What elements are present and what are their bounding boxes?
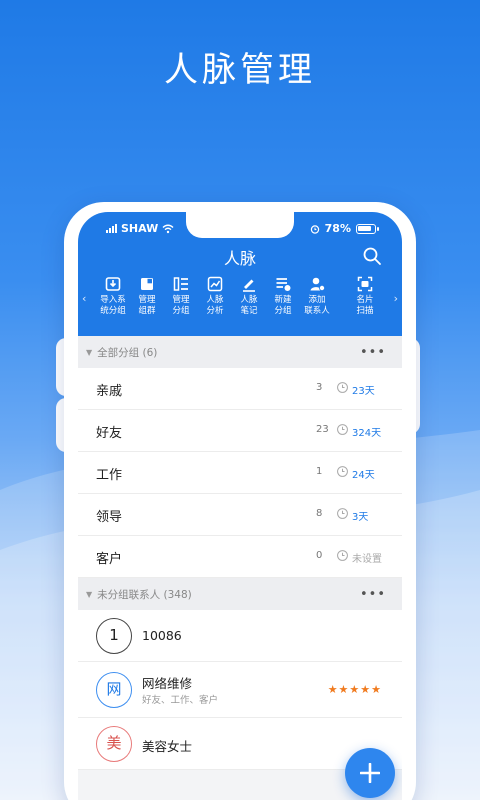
scroll-right-arrow-icon[interactable]: › xyxy=(394,292,398,305)
group-row[interactable]: 工作 1 24天 xyxy=(78,452,402,494)
app-header: SHAW 78% 人脉 ‹ › 导入系 统分组 管理 组群 管理 分组 人脉 分… xyxy=(78,212,402,345)
tool-import-groups[interactable]: 导入系 统分组 xyxy=(96,276,130,317)
tool-network-analysis[interactable]: 人脉 分析 xyxy=(198,276,232,317)
tool-label: 人脉 分析 xyxy=(206,295,224,316)
signal-icon xyxy=(106,224,117,233)
avatar: 美 xyxy=(96,726,132,762)
group-name: 好友 xyxy=(96,426,123,441)
phone-frame: SHAW 78% 人脉 ‹ › 导入系 统分组 管理 组群 管理 分组 人脉 分… xyxy=(64,202,416,800)
tool-manage-categories[interactable]: 管理 分组 xyxy=(164,276,198,317)
group-name: 领导 xyxy=(96,510,123,525)
new-group-icon xyxy=(276,278,291,291)
contact-groups: 好友、工作、客户 xyxy=(142,695,219,706)
tool-new-group[interactable]: 新建 分组 xyxy=(266,276,300,317)
groups-section-header[interactable]: ▼ 全部分组 (6) ••• xyxy=(78,336,402,368)
status-bar-right: 78% xyxy=(310,222,379,235)
group-days: 3天 xyxy=(352,512,369,523)
app-title: 人脉 xyxy=(223,249,256,268)
group-name: 工作 xyxy=(96,468,123,483)
collapse-triangle-icon: ▼ xyxy=(86,347,93,357)
history-clock-icon xyxy=(337,466,348,477)
contact-name: 10086 xyxy=(142,628,182,643)
history-clock-icon xyxy=(337,424,348,435)
page-headline: 人脉管理 xyxy=(164,50,316,90)
collapse-triangle-icon: ▼ xyxy=(86,589,93,599)
group-name: 亲戚 xyxy=(96,384,123,399)
more-options-icon[interactable]: ••• xyxy=(360,587,386,602)
tool-label: 导入系 统分组 xyxy=(100,295,126,316)
contact-row[interactable]: 1 10086 xyxy=(78,610,402,662)
group-days: 未设置 xyxy=(352,554,382,565)
list-manage-icon xyxy=(173,277,188,291)
group-row[interactable]: 领导 8 3天 xyxy=(78,494,402,536)
import-icon xyxy=(105,277,121,291)
group-row[interactable]: 客户 0 未设置 xyxy=(78,536,402,578)
rating-stars: ★★★★★ xyxy=(327,683,382,696)
group-days: 324天 xyxy=(352,428,382,439)
tool-label: 人脉 笔记 xyxy=(240,295,258,316)
ungrouped-section-header[interactable]: ▼ 未分组联系人 (348) ••• xyxy=(78,578,402,610)
group-name: 客户 xyxy=(96,552,123,567)
contact-row[interactable]: 网 网络维修 好友、工作、客户 ★★★★★ xyxy=(78,662,402,718)
group-row[interactable]: 亲戚 3 23天 xyxy=(78,368,402,410)
section-title: 未分组联系人 (348) xyxy=(97,588,192,601)
group-days: 24天 xyxy=(352,470,375,481)
add-contact-icon xyxy=(310,277,325,291)
pen-icon xyxy=(243,279,255,292)
battery-percent: 78% xyxy=(324,222,351,235)
battery-icon xyxy=(356,223,379,234)
chart-icon xyxy=(207,276,223,292)
avatar: 网 xyxy=(96,672,132,708)
history-clock-icon xyxy=(337,382,348,393)
group-count: 23 xyxy=(316,424,329,435)
group-row[interactable]: 好友 23 324天 xyxy=(78,410,402,452)
more-options-icon[interactable]: ••• xyxy=(360,345,386,360)
phone-notch xyxy=(186,212,294,238)
phone-screen: SHAW 78% 人脉 ‹ › 导入系 统分组 管理 组群 管理 分组 人脉 分… xyxy=(78,212,402,800)
group-manage-icon xyxy=(141,278,153,290)
contact-name: 美容女士 xyxy=(142,739,193,754)
group-count: 0 xyxy=(316,550,323,561)
tool-manage-groups[interactable]: 管理 组群 xyxy=(130,276,164,317)
group-days: 23天 xyxy=(352,386,375,397)
alarm-icon xyxy=(310,224,319,234)
plus-icon xyxy=(360,763,380,783)
history-clock-icon xyxy=(337,508,348,519)
group-count: 1 xyxy=(316,466,323,477)
contact-name: 网络维修 xyxy=(142,676,193,691)
group-count: 8 xyxy=(316,508,323,519)
toolbar: ‹ › 导入系 统分组 管理 组群 管理 分组 人脉 分析 人脉 笔记 新建 分… xyxy=(78,274,402,330)
wifi-icon xyxy=(162,224,174,233)
tool-card-scan[interactable]: 名片 扫描 xyxy=(348,276,382,317)
group-count: 3 xyxy=(316,382,323,393)
tool-label: 添加 联系人 xyxy=(304,295,330,316)
tool-label: 新建 分组 xyxy=(274,295,292,316)
search-icon[interactable] xyxy=(362,246,382,266)
avatar: 1 xyxy=(96,618,132,654)
tool-label: 管理 分组 xyxy=(172,295,190,316)
status-bar-left: SHAW xyxy=(106,222,174,235)
tool-network-notes[interactable]: 人脉 笔记 xyxy=(232,276,266,317)
scroll-left-arrow-icon[interactable]: ‹ xyxy=(82,292,86,305)
add-fab-button[interactable] xyxy=(345,748,395,798)
tool-add-contact[interactable]: 添加 联系人 xyxy=(300,276,334,317)
tool-label: 名片 扫描 xyxy=(356,295,374,316)
history-clock-icon xyxy=(337,550,348,561)
scan-icon xyxy=(357,276,373,292)
tool-label: 管理 组群 xyxy=(138,295,156,316)
carrier-label: SHAW xyxy=(121,222,159,235)
section-title: 全部分组 (6) xyxy=(97,346,158,359)
